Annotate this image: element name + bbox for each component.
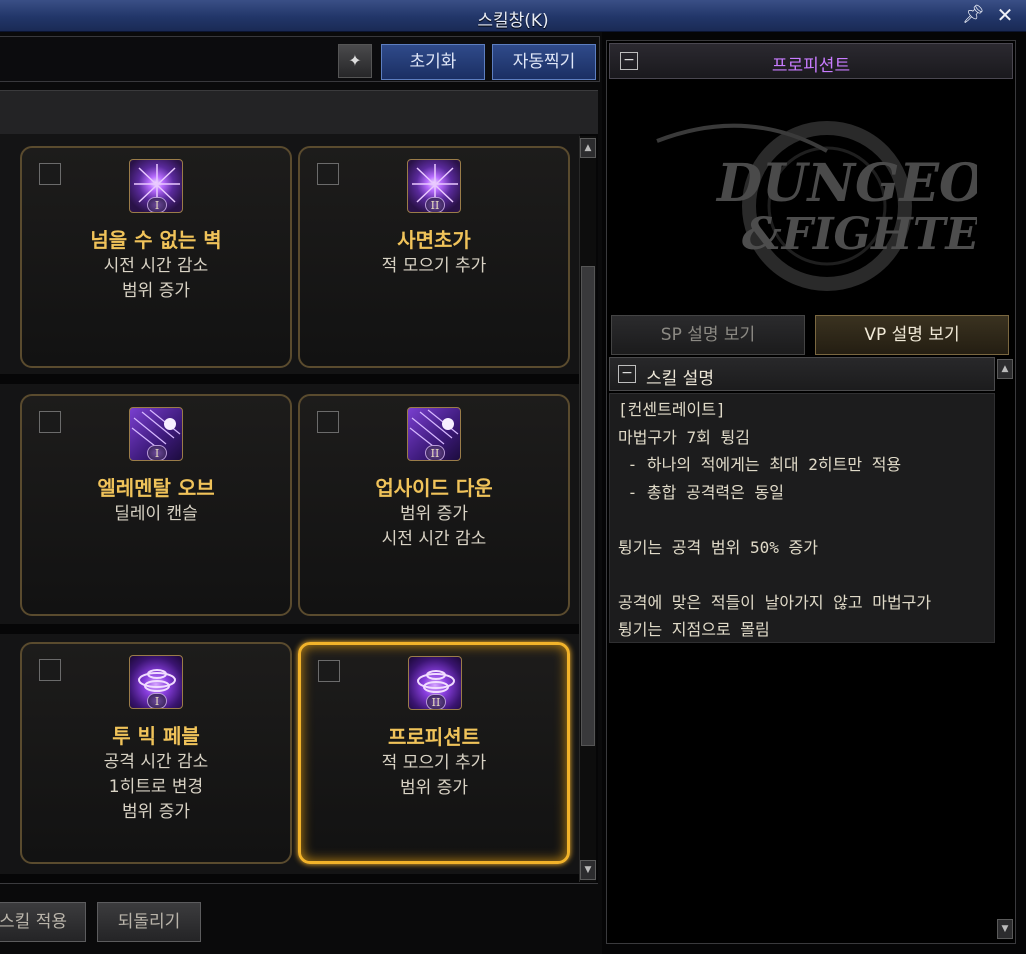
game-logo: DUNGEON &FIGHTER [656,121,977,291]
svg-text:&FIGHTER: &FIGHTER [742,209,977,260]
scroll-up-icon[interactable]: ▲ [997,359,1013,379]
skill-desc-line: 딜레이 캔슬 [114,504,198,524]
skill-desc-line: 적 모으기 추가 [381,753,487,773]
skill-checkbox[interactable] [39,163,61,185]
description-line: 마법구가 7회 튕김 [618,427,750,447]
description-line: 튕기는 지점으로 몰림 [618,620,770,639]
skill-checkbox[interactable] [39,659,61,681]
skill-desc: 시전 시간 감소 범위 증가 [22,254,290,304]
skill-rank-badge: I [147,693,167,708]
description-line: [컨센트레이트] [618,400,726,419]
skill-desc: 딜레이 캔슬 [22,502,290,527]
description-line [618,506,986,534]
skill-desc-line: 범위 증가 [122,802,190,822]
skill-name: 프로피션트 [388,725,480,749]
skill-card[interactable]: I 엘레멘탈 오브 딜레이 캔슬 [20,394,292,616]
window-title: 스킬창(K) [477,11,549,31]
skill-card[interactable]: I 투 빅 페블 공격 시간 감소 1히트로 변경 범위 증가 [20,642,292,864]
skill-card[interactable]: II 사면초가 적 모으기 추가 [298,146,570,368]
skill-description-text: [컨센트레이트] 마법구가 7회 튕김 - 하나의 적에게는 최대 2히트만 적… [609,393,995,643]
section-title: 스킬 설명 [646,369,714,389]
pin-icon[interactable]: 📌︎ [962,4,985,26]
skill-desc-line: 범위 증가 [400,504,468,524]
revert-button[interactable]: 되돌리기 [97,902,201,942]
meteor-orb-icon: I [129,407,183,461]
vortex-icon: I [129,655,183,709]
skill-name: 엘레멘탈 오브 [97,476,215,500]
description-line: 공격에 맞은 적들이 날아가지 않고 마법구가 [618,592,932,612]
tab-vp-description[interactable]: VP 설명 보기 [815,315,1009,355]
reset-button[interactable]: 초기화 [381,44,485,80]
description-line: - 하나의 적에게는 최대 2히트만 적용 [618,455,902,474]
skill-desc-line: 적 모으기 추가 [381,256,487,276]
svg-text:DUNGEON: DUNGEON [715,153,977,214]
skill-desc: 범위 증가 시전 시간 감소 [300,502,568,552]
skill-card[interactable]: I 넘을 수 없는 벽 시전 시간 감소 범위 증가 [20,146,292,368]
close-icon[interactable]: ✕ [994,3,1016,27]
skill-card[interactable]: II 업사이드 다운 범위 증가 시전 시간 감소 [298,394,570,616]
tab-sp-description[interactable]: SP 설명 보기 [611,315,805,355]
detail-title: 프로피션트 [771,56,851,76]
skill-checkbox[interactable] [318,660,340,682]
skill-desc: 적 모으기 추가 범위 증가 [301,751,567,801]
skill-name: 넘을 수 없는 벽 [90,228,222,252]
skill-rank-badge: II [426,694,446,709]
skill-desc-line: 1히트로 변경 [108,777,204,797]
skill-description-header[interactable]: − 스킬 설명 [609,357,995,391]
skill-tree-panel: ✦ 초기화 자동찍기 I 넘을 수 없는 벽 시전 시간 감소 범위 증가 II… [0,32,602,954]
skill-toolbar: ✦ 초기화 자동찍기 [0,36,600,82]
skill-rank-badge: II [425,445,445,460]
skill-desc: 적 모으기 추가 [300,254,568,279]
skill-checkbox[interactable] [317,411,339,433]
skill-name: 업사이드 다운 [375,476,493,500]
skill-rank-badge: II [425,197,445,212]
skill-detail-panel: − 프로피션트 DUNGEON &FIGHTER SP 설명 보기 VP 설명 … [606,40,1016,944]
skill-rank-badge: I [147,197,167,212]
scroll-down-icon[interactable]: ▼ [580,860,596,880]
skill-grid-scrollbar[interactable]: ▲ ▼ [579,136,596,882]
purple-burst-icon: I [129,159,183,213]
collapse-icon[interactable]: − [618,365,636,383]
filter-bar [0,90,598,134]
skill-desc-line: 범위 증가 [400,778,468,798]
skill-name: 사면초가 [397,228,471,252]
skill-checkbox[interactable] [317,163,339,185]
skill-grid: I 넘을 수 없는 벽 시전 시간 감소 범위 증가 II 사면초가 적 모으기… [0,134,598,884]
vortex-icon: II [408,656,462,710]
skill-name: 투 빅 페블 [112,724,200,748]
apply-skill-button[interactable]: 스킬 적용 [0,902,86,942]
skill-desc: 공격 시간 감소 1히트로 변경 범위 증가 [22,750,290,825]
skill-checkbox[interactable] [39,411,61,433]
skill-desc-line: 공격 시간 감소 [103,752,209,772]
auto-assign-button[interactable]: 자동찍기 [492,44,596,80]
detail-header: − 프로피션트 [609,43,1013,79]
skill-desc-line: 시전 시간 감소 [381,529,487,549]
description-line [618,561,986,589]
skill-desc-line: 범위 증가 [122,281,190,301]
skill-card-selected[interactable]: II 프로피션트 적 모으기 추가 범위 증가 [298,642,570,864]
description-line: - 총합 공격력은 동일 [618,482,784,502]
scroll-down-icon[interactable]: ▼ [997,919,1013,939]
meteor-orb-icon: II [407,407,461,461]
skill-settings-icon[interactable]: ✦ [338,44,372,78]
description-line: 튕기는 공격 범위 50% 증가 [618,537,818,557]
skill-rank-badge: I [147,445,167,460]
skill-desc-line: 시전 시간 감소 [103,256,209,276]
purple-burst-icon: II [407,159,461,213]
scroll-up-icon[interactable]: ▲ [580,138,596,158]
scroll-thumb[interactable] [581,266,595,746]
window-title-bar[interactable]: 스킬창(K) 📌︎ ✕ [0,0,1026,32]
